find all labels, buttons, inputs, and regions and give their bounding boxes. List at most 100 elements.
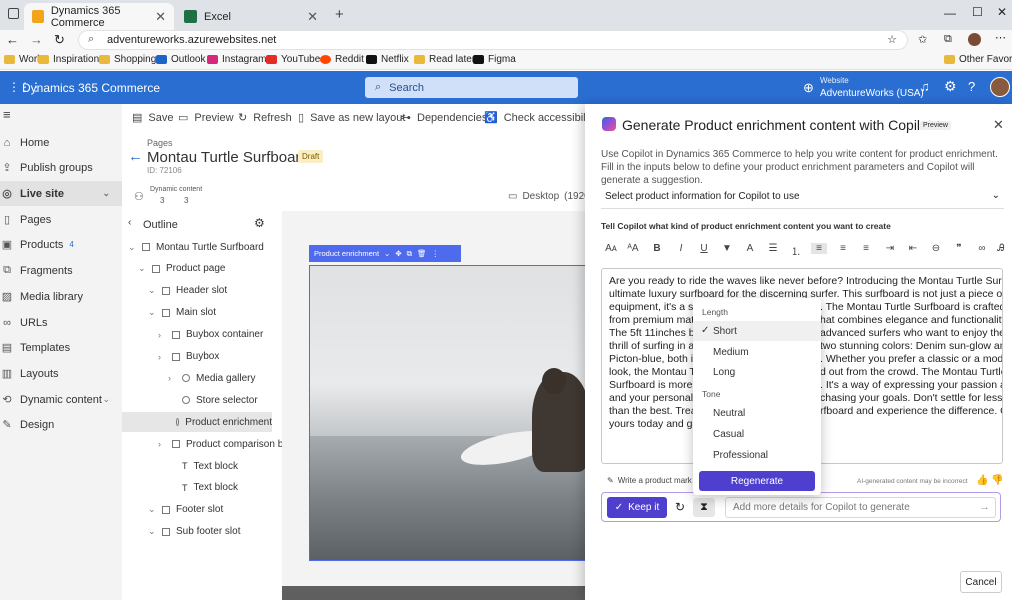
sidebar-item-media-library[interactable]: ▨ Media library xyxy=(0,284,122,309)
favorite-outlook[interactable]: Outlook xyxy=(156,54,205,65)
favorite-instagram[interactable]: Instagram xyxy=(207,54,266,65)
sidebar-item-home[interactable]: ⌂ Home xyxy=(0,130,122,155)
cancel-button[interactable]: Cancel xyxy=(960,571,1002,593)
sidebar-item-products[interactable]: ▣ Products 4 xyxy=(0,232,122,257)
align-center-icon[interactable]: ≡ xyxy=(835,243,851,254)
menu-item-short[interactable]: ✓ Short xyxy=(693,321,821,341)
outline-item[interactable]: ⌄ Sub footer slot xyxy=(148,522,240,542)
global-search-box[interactable]: ⌕ Search xyxy=(365,77,578,98)
profile-avatar[interactable] xyxy=(968,33,981,46)
chevron-down-icon[interactable]: ⌄ xyxy=(128,242,136,253)
outline-item[interactable]: › Buybox xyxy=(158,347,219,367)
save-button[interactable]: ▤ Save xyxy=(132,111,173,125)
outline-item[interactable]: › Product comparison butto xyxy=(158,434,300,454)
chevron-right-icon[interactable]: › xyxy=(168,373,176,383)
more-icon[interactable]: ⋮ xyxy=(432,249,440,258)
maximize-icon[interactable]: ☐ xyxy=(972,5,983,19)
italic-icon[interactable]: I xyxy=(673,243,689,254)
url-field[interactable]: ⌕ adventureworks.azurewebsites.net ☆ xyxy=(78,30,908,50)
outline-item[interactable]: ⌄ Footer slot xyxy=(148,500,223,520)
menu-item-casual[interactable]: Casual xyxy=(693,424,821,444)
bullet-list-icon[interactable]: ☰ xyxy=(765,243,781,254)
favorite-inspiration[interactable]: Inspiration xyxy=(38,54,99,65)
strikethrough-icon[interactable]: ⊖ xyxy=(928,243,944,254)
chevron-down-icon[interactable]: ⌄ xyxy=(148,526,156,537)
keep-it-button[interactable]: ✓ Keep it xyxy=(607,497,667,518)
user-avatar[interactable] xyxy=(990,77,1010,97)
font-color-icon[interactable]: A xyxy=(742,243,758,254)
notification-icon[interactable]: ♫ xyxy=(920,79,930,94)
favorite-shopping[interactable]: Shopping xyxy=(99,54,156,65)
collections-icon[interactable]: ⧉ xyxy=(944,33,952,46)
favorite-star-icon[interactable]: ☆ xyxy=(887,33,897,46)
font-size-icon[interactable]: Aᴀ xyxy=(603,243,619,254)
tab-actions-icon[interactable] xyxy=(8,8,19,19)
thumbs-down-icon[interactable]: 👎 xyxy=(991,475,1003,486)
outline-item[interactable]: ⌄ Main slot xyxy=(148,303,216,323)
numbered-list-icon[interactable]: ⒈ xyxy=(788,243,804,258)
menu-item-long[interactable]: Long xyxy=(693,362,821,382)
indent-icon[interactable]: ⇥ xyxy=(882,243,898,254)
sidebar-item-urls[interactable]: ∞ URLs xyxy=(0,310,122,335)
collapse-outline-icon[interactable]: ‹ xyxy=(128,217,131,228)
sidebar-item-design[interactable]: ✎ Design xyxy=(0,412,122,437)
other-favorites[interactable]: Other Favorites xyxy=(944,54,1012,65)
outline-item[interactable]: › Media gallery xyxy=(168,368,255,388)
sidebar-item-publish-groups[interactable]: ⇪ Publish groups xyxy=(0,155,122,180)
product-info-select[interactable]: Select product information for Copilot t… xyxy=(601,185,1004,209)
refresh-icon[interactable]: ↻ xyxy=(54,32,65,48)
favorite-figma[interactable]: Figma xyxy=(473,54,516,65)
quote-icon[interactable]: ❞ xyxy=(951,243,967,254)
menu-item-professional[interactable]: Professional xyxy=(693,445,821,465)
sidebar-item-live-site[interactable]: ◎ Live site ⌄ xyxy=(0,181,122,206)
tab-dynamics[interactable]: Dynamics 365 Commerce ✕ xyxy=(24,3,174,30)
outline-item[interactable]: ⌄ Montau Turtle Surfboard xyxy=(128,237,264,257)
outline-item[interactable]: ⌄ Header slot xyxy=(148,281,227,301)
chevron-down-icon[interactable]: ⌄ xyxy=(102,394,110,405)
favorite-youtube[interactable]: YouTube xyxy=(266,54,320,65)
favorite-netflix[interactable]: Netflix xyxy=(366,54,409,65)
favorite-reddit[interactable]: Reddit xyxy=(320,54,364,65)
sidebar-item-templates[interactable]: ▤ Templates xyxy=(0,335,122,360)
delete-icon[interactable]: 🗑 xyxy=(417,249,427,258)
bold-icon[interactable]: B xyxy=(649,243,665,254)
tab-excel[interactable]: Excel ✕ xyxy=(176,3,326,30)
favorites-icon[interactable]: ✩ xyxy=(918,33,927,46)
chevron-down-icon[interactable]: ⌄ xyxy=(148,285,156,296)
viewport-selector[interactable]: ▭ Desktop (1920 xyxy=(508,191,590,202)
chevron-down-icon[interactable]: ⌄ xyxy=(138,263,146,274)
forward-icon[interactable]: → xyxy=(30,32,43,47)
retry-icon[interactable]: ↻ xyxy=(675,500,685,514)
outline-item[interactable]: T Text block xyxy=(168,456,238,476)
breadcrumb[interactable]: Pages xyxy=(147,138,173,148)
chevron-down-icon[interactable]: ⌄ xyxy=(148,504,156,515)
chevron-down-icon[interactable]: ⌄ xyxy=(148,307,156,318)
thumbs-up-icon[interactable]: 👍 xyxy=(976,475,988,486)
chevron-right-icon[interactable]: › xyxy=(158,352,166,362)
sidebar-item-fragments[interactable]: ⧉ Fragments xyxy=(0,258,122,283)
favorite-read-later[interactable]: Read later xyxy=(414,54,475,65)
outdent-icon[interactable]: ⇤ xyxy=(905,243,921,254)
favorite-work[interactable]: Work xyxy=(4,54,42,65)
preview-button[interactable]: ▭ Preview xyxy=(178,111,234,125)
more-icon[interactable]: ⋯ xyxy=(995,31,1006,44)
copy-icon[interactable]: ⧉ xyxy=(407,249,412,259)
minimize-icon[interactable]: — xyxy=(944,6,956,20)
new-tab-icon[interactable]: + xyxy=(335,6,344,23)
outline-item[interactable]: T Text block xyxy=(168,478,238,498)
outline-settings-icon[interactable]: ⚙ xyxy=(254,216,265,230)
menu-item-medium[interactable]: Medium xyxy=(693,342,821,362)
highlight-icon[interactable]: ▼ xyxy=(719,243,735,254)
send-icon[interactable]: → xyxy=(979,501,990,513)
font-style-icon[interactable]: ᴬA xyxy=(625,243,641,254)
menu-item-neutral[interactable]: Neutral xyxy=(693,403,821,423)
close-window-icon[interactable]: ✕ xyxy=(997,5,1007,19)
app-title[interactable]: Dynamics 365 Commerce xyxy=(22,81,160,95)
chevron-right-icon[interactable]: › xyxy=(158,439,166,449)
underline-icon[interactable]: U xyxy=(696,243,712,254)
sidebar-item-layouts[interactable]: ▥ Layouts xyxy=(0,361,122,386)
close-tab-icon[interactable]: ✕ xyxy=(307,9,318,25)
link-icon[interactable]: ∞ xyxy=(974,243,990,254)
refresh-button[interactable]: ↻ Refresh xyxy=(238,111,292,125)
outline-item[interactable]: › Buybox container xyxy=(158,325,263,345)
